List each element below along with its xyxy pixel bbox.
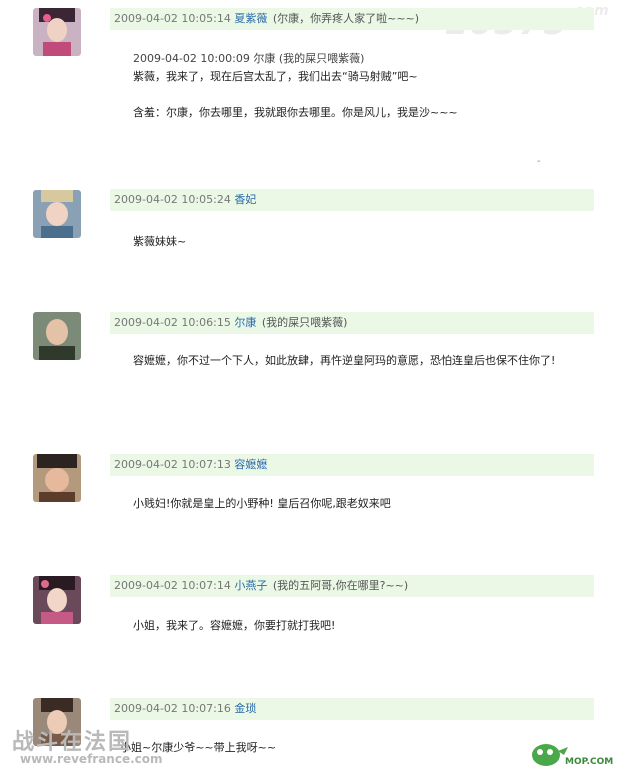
post-username-link[interactable]: 夏紫薇	[234, 12, 267, 25]
avatar[interactable]	[33, 8, 81, 56]
post-content: 小贱妇!你就是皇上的小野种! 皇后召你呢,跟老奴来吧	[133, 497, 391, 510]
post-time: 2009-04-02 10:06:15	[114, 316, 231, 329]
post-signature: (我的五阿哥,你在哪里?~~)	[272, 579, 409, 592]
post-username-link[interactable]: 容嬷嬷	[234, 458, 267, 471]
post-header: 2009-04-02 10:07:16 金琐	[110, 698, 594, 720]
post-header: 2009-04-02 10:05:14 夏紫薇 (尔康，你弄疼人家了啦~~~)	[110, 8, 594, 30]
post-content: 小姐，我来了。容嬷嬷，你要打就打我吧!	[133, 619, 336, 632]
post-time: 2009-04-02 10:05:24	[114, 193, 231, 206]
post-username-link[interactable]: 小燕子	[234, 579, 267, 592]
trailing-mark: -	[537, 156, 541, 167]
post-header: 2009-04-02 10:05:24 香妃	[110, 189, 594, 211]
avatar[interactable]	[33, 454, 81, 502]
bottom-left-watermark-url: www.revefrance.com	[20, 752, 163, 766]
avatar[interactable]	[33, 190, 81, 238]
post-username-link[interactable]: 金琐	[234, 702, 256, 715]
quote-line: 含羞：尔康，你去哪里，我就跟你去哪里。你是风儿，我是沙~~~	[133, 106, 458, 119]
quoted-post: 2009-04-02 10:00:09 尔康 (我的屎只喂紫薇) 紫薇，我来了，…	[133, 50, 593, 122]
post-signature: (我的屎只喂紫薇)	[261, 316, 348, 329]
avatar-portrait-icon	[33, 8, 81, 56]
post-content: 紫薇妹妹~	[133, 235, 187, 248]
avatar-portrait-icon	[33, 454, 81, 502]
avatar-portrait-icon	[33, 312, 81, 360]
post-content: 小姐~尔康少爷~~带上我呀~~	[120, 741, 277, 754]
post-header: 2009-04-02 10:06:15 尔康 (我的屎只喂紫薇)	[110, 312, 594, 334]
post-header: 2009-04-02 10:07:14 小燕子 (我的五阿哥,你在哪里?~~)	[110, 575, 594, 597]
avatar-portrait-icon	[33, 190, 81, 238]
post-signature: (尔康，你弄疼人家了啦~~~)	[272, 12, 420, 25]
quote-blank-line	[133, 86, 593, 104]
post-username-link[interactable]: 尔康	[234, 316, 256, 329]
avatar-portrait-icon	[33, 576, 81, 624]
quote-line: 紫薇，我来了，现在后宫太乱了，我们出去“骑马射贼”吧~	[133, 70, 418, 83]
post-time: 2009-04-02 10:05:14	[114, 12, 231, 25]
quote-header: 2009-04-02 10:00:09 尔康 (我的屎只喂紫薇)	[133, 52, 365, 65]
mop-logo-text: MOP.COM	[565, 757, 614, 767]
post-time: 2009-04-02 10:07:13	[114, 458, 231, 471]
post-content: 容嬷嬷，你不过一个下人，如此放肆，再忤逆皇阿玛的意愿，恐怕连皇后也保不住你了!	[133, 354, 556, 367]
post-username-link[interactable]: 香妃	[234, 193, 256, 206]
post-header: 2009-04-02 10:07:13 容嬷嬷	[110, 454, 594, 476]
avatar[interactable]	[33, 312, 81, 360]
post-time: 2009-04-02 10:07:16	[114, 702, 231, 715]
avatar[interactable]	[33, 576, 81, 624]
post-time: 2009-04-02 10:07:14	[114, 579, 231, 592]
